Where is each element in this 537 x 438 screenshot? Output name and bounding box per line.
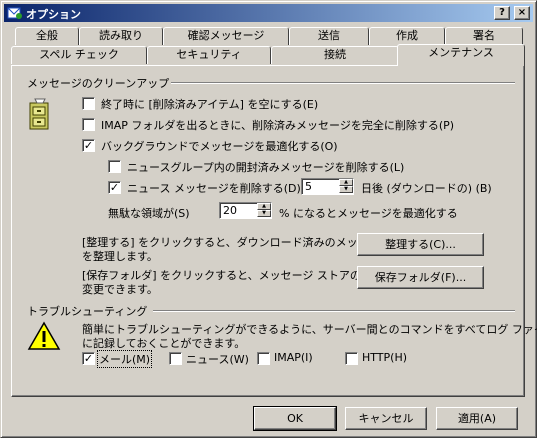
purge-imap-label: IMAP フォルダを出るときに、削除済みメッセージを完全に削除する(P) — [101, 119, 455, 132]
tab-read[interactable]: 読み取り — [79, 27, 163, 45]
tab-label: メンテナンス — [428, 46, 494, 59]
troubleshooting-group-label: トラブルシューティング — [27, 305, 148, 318]
empty-deleted-label: 終了時に [削除済みアイテム] を空にする(E) — [101, 98, 319, 111]
store-folder-button[interactable]: 保存フォルダ(F)... — [357, 266, 484, 289]
wasted-space-value: 20 — [223, 204, 237, 217]
wasted-space-label: 無駄な領域が(S) — [108, 207, 190, 220]
log-mail-label: メール(M) — [96, 350, 153, 368]
tab-spelling[interactable]: スペル チェック — [11, 46, 147, 64]
cleanup-group-label: メッセージのクリーンアップ — [27, 77, 170, 90]
tab-label: 読み取り — [99, 29, 143, 42]
spin-down-icon[interactable]: ▼ — [257, 210, 271, 217]
title-bar: オプション ? × — [4, 4, 533, 22]
tab-label: セキュリティ — [176, 48, 242, 61]
spinner-buttons[interactable]: ▲ ▼ — [257, 203, 271, 218]
clean-up-description: を整理します。 — [82, 250, 158, 263]
news-days-stepper[interactable]: 5 ▲ ▼ — [301, 178, 354, 195]
tab-send[interactable]: 送信 — [289, 27, 369, 45]
warning-icon — [27, 321, 61, 350]
group-divider — [153, 310, 515, 312]
tab-security[interactable]: セキュリティ — [147, 46, 271, 64]
tab-compose[interactable]: 作成 — [369, 27, 445, 45]
news-days-suffix: 日後 (ダウンロードの) (B) — [361, 182, 492, 195]
app-icon — [7, 7, 22, 19]
window-title: オプション — [26, 8, 81, 21]
tab-label: 全般 — [36, 29, 58, 42]
tab-maintenance[interactable]: メンテナンス — [397, 44, 525, 66]
log-http-label: HTTP(H) — [362, 351, 408, 364]
spin-up-icon[interactable]: ▲ — [339, 179, 353, 186]
compact-background-checkbox[interactable]: ✓ — [82, 139, 95, 152]
compact-background-label: バックグラウンドでメッセージを最適化する(O) — [101, 140, 338, 153]
log-imap-label: IMAP(I) — [274, 351, 313, 364]
tab-connection[interactable]: 接続 — [271, 46, 399, 64]
close-button[interactable]: × — [514, 6, 530, 20]
log-mail-checkbox[interactable]: ✓ — [82, 352, 95, 365]
tab-label: 接続 — [324, 48, 346, 61]
troubleshooting-description: に記録しておくことができます。 — [82, 337, 246, 350]
ok-button[interactable]: OK — [253, 406, 337, 431]
empty-deleted-checkbox[interactable] — [82, 97, 95, 110]
spin-down-icon[interactable]: ▼ — [339, 186, 353, 193]
tab-receipts[interactable]: 確認メッセージ — [163, 27, 289, 45]
delete-read-news-label: ニュースグループ内の開封済みメッセージを削除する(L) — [127, 161, 405, 174]
tab-signatures[interactable]: 署名 — [445, 27, 523, 45]
purge-imap-checkbox[interactable] — [82, 118, 95, 131]
tab-label: 確認メッセージ — [187, 29, 265, 42]
spinner-buttons[interactable]: ▲ ▼ — [339, 179, 353, 194]
wasted-space-stepper[interactable]: 20 ▲ ▼ — [219, 202, 272, 219]
store-folder-description: 変更できます。 — [82, 283, 158, 296]
apply-button[interactable]: 適用(A) — [436, 407, 518, 430]
options-dialog: オプション ? × 全般 読み取り 確認メッセージ 送信 作成 署名 スペル チ… — [0, 0, 537, 438]
delete-news-checkbox[interactable]: ✓ — [108, 181, 121, 194]
log-http-checkbox[interactable] — [345, 352, 358, 365]
group-divider — [171, 82, 515, 84]
log-imap-checkbox[interactable] — [257, 352, 270, 365]
help-button[interactable]: ? — [494, 6, 510, 20]
delete-read-news-checkbox[interactable] — [108, 160, 121, 173]
tab-label: スペル チェック — [39, 48, 119, 61]
cancel-button[interactable]: キャンセル — [345, 407, 427, 430]
tab-label: 送信 — [318, 29, 340, 42]
tab-general[interactable]: 全般 — [15, 27, 79, 45]
tab-label: 署名 — [473, 29, 495, 42]
file-cabinet-icon — [29, 98, 49, 130]
delete-news-label: ニュース メッセージを削除する(D) — [127, 182, 301, 195]
log-news-checkbox[interactable] — [169, 352, 182, 365]
tab-label: 作成 — [396, 29, 418, 42]
wasted-space-suffix: % になるとメッセージを最適化する — [279, 207, 458, 220]
news-days-value: 5 — [305, 180, 312, 193]
clean-up-button[interactable]: 整理する(C)... — [357, 233, 484, 256]
spin-up-icon[interactable]: ▲ — [257, 203, 271, 210]
log-news-label: ニュース(W) — [186, 353, 249, 366]
